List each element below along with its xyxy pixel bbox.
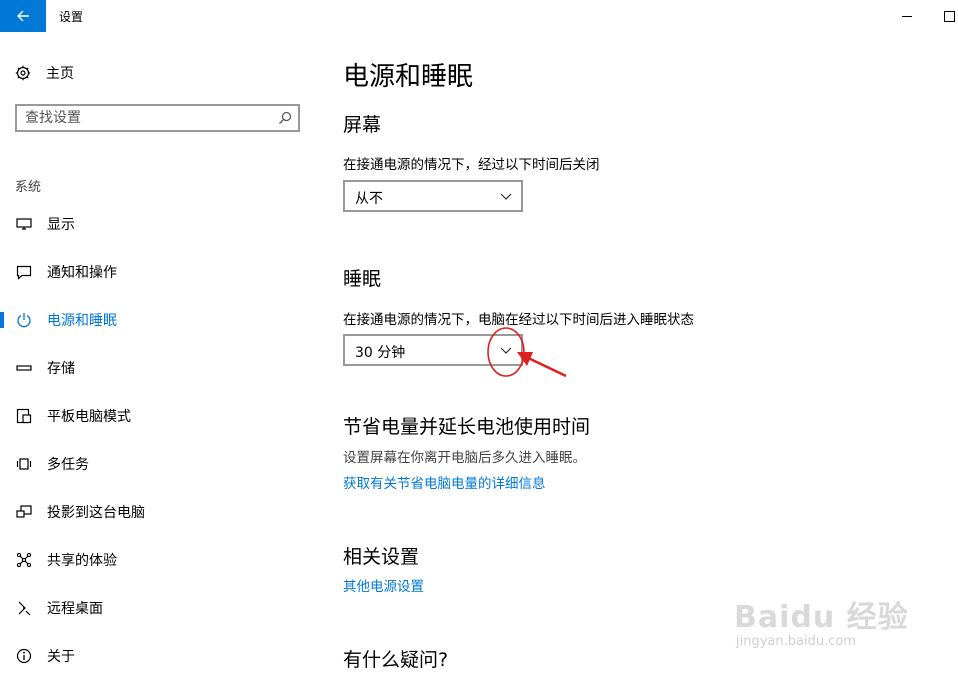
sidebar-item-label: 多任务 [47, 457, 89, 473]
sleep-timeout-value: 30 分钟 [355, 345, 406, 361]
home-label: 主页 [46, 66, 74, 82]
chevron-down-icon [500, 347, 512, 354]
annotation-arrow [523, 354, 567, 378]
page-title: 电源和睡眠 [343, 62, 474, 92]
sidebar-item-multitasking[interactable]: 多任务 [0, 446, 310, 482]
section-label-system: 系统 [15, 180, 42, 195]
search-icon [279, 111, 292, 124]
sidebar-item-label: 共享的体验 [47, 553, 117, 569]
sidebar-item-label: 显示 [47, 217, 75, 233]
sidebar-item-storage[interactable]: 存储 [0, 350, 310, 386]
active-indicator [0, 312, 4, 328]
notification-icon [15, 263, 33, 281]
sidebar-item-shared-experiences[interactable]: 共享的体验 [0, 542, 310, 578]
watermark-url: jingyan.baidu.com [736, 634, 856, 649]
power-icon [15, 311, 33, 329]
watermark-brand: Baidu 经验 [734, 600, 909, 635]
sidebar-item-label: 存储 [47, 361, 75, 377]
sidebar-item-label: 关于 [47, 649, 75, 665]
shared-experiences-icon [15, 551, 33, 569]
sidebar-item-remote-desktop[interactable]: 远程桌面 [0, 590, 310, 626]
monitor-icon [15, 215, 33, 233]
screen-timeout-value: 从不 [355, 191, 383, 207]
info-icon [15, 647, 33, 665]
battery-description: 设置屏幕在你离开电脑后多久进入睡眠。 [343, 450, 586, 466]
sidebar-item-label: 电源和睡眠 [47, 313, 117, 329]
screen-heading: 屏幕 [343, 114, 382, 136]
chevron-down-icon [500, 193, 512, 200]
multitasking-icon [15, 455, 33, 473]
remote-desktop-icon [15, 599, 33, 617]
battery-heading: 节省电量并延长电池使用时间 [343, 416, 591, 438]
search-box[interactable] [15, 104, 300, 132]
project-icon [15, 503, 33, 521]
related-settings-heading: 相关设置 [343, 546, 420, 568]
back-button[interactable] [0, 0, 46, 32]
sidebar-item-display[interactable]: 显示 [0, 206, 310, 242]
sidebar-item-label: 平板电脑模式 [47, 409, 131, 425]
baidu-watermark: Baidu 经验 jingyan.baidu.com [730, 592, 930, 662]
sidebar-item-tablet-mode[interactable]: 平板电脑模式 [0, 398, 310, 434]
sidebar-item-power-sleep[interactable]: 电源和睡眠 [0, 302, 310, 338]
storage-icon [15, 359, 33, 377]
sidebar-item-project[interactable]: 投影到这台电脑 [0, 494, 310, 530]
maximize-button[interactable] [938, 6, 958, 26]
sidebar-item-label: 通知和操作 [47, 265, 117, 281]
sidebar-item-notifications[interactable]: 通知和操作 [0, 254, 310, 290]
back-arrow-icon [17, 10, 29, 22]
minimize-button[interactable] [896, 6, 918, 26]
sleep-description: 在接通电源的情况下，电脑在经过以下时间后进入睡眠状态 [343, 312, 694, 328]
title-bar: 设置 [0, 0, 958, 32]
window-title: 设置 [59, 10, 84, 24]
search-input[interactable] [25, 109, 265, 127]
sidebar-item-about[interactable]: 关于 [0, 638, 310, 674]
screen-description: 在接通电源的情况下，经过以下时间后关闭 [343, 157, 600, 173]
battery-details-link[interactable]: 获取有关节省电脑电量的详细信息 [343, 472, 546, 492]
additional-power-settings-link[interactable]: 其他电源设置 [343, 575, 424, 595]
sleep-heading: 睡眠 [343, 268, 382, 290]
sidebar-item-label: 投影到这台电脑 [47, 505, 145, 521]
gear-icon [15, 65, 31, 81]
sleep-timeout-dropdown[interactable]: 30 分钟 [343, 334, 523, 366]
questions-heading: 有什么疑问? [343, 649, 449, 671]
sidebar-item-label: 远程桌面 [47, 601, 103, 617]
tablet-mode-icon [15, 407, 33, 425]
home-link[interactable]: 主页 [15, 62, 74, 84]
screen-timeout-dropdown[interactable]: 从不 [343, 180, 523, 212]
